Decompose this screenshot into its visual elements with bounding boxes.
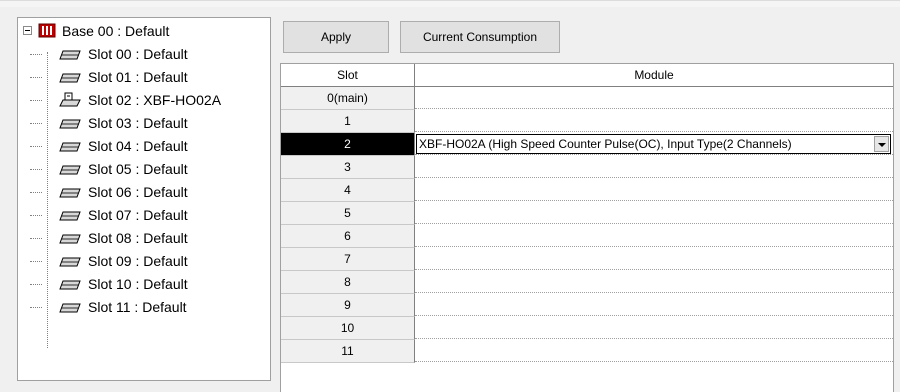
tree-node-slot-04[interactable]: Slot 04 : Default <box>18 135 268 157</box>
slot-label: Slot 09 : Default <box>88 253 188 269</box>
grid-row[interactable]: 11 <box>281 340 893 363</box>
slot-label: Slot 01 : Default <box>88 69 188 85</box>
slot-label: Slot 02 : XBF-HO02A <box>88 92 222 108</box>
slot-label: Slot 10 : Default <box>88 276 188 292</box>
tree-connector <box>30 169 42 170</box>
tree-connector <box>30 215 42 216</box>
module-cell[interactable] <box>415 317 893 339</box>
tree-node-slot-11[interactable]: Slot 11 : Default <box>18 296 268 318</box>
module-cell[interactable] <box>415 202 893 224</box>
column-header-slot[interactable]: Slot <box>281 64 415 87</box>
module-cell[interactable] <box>415 156 893 178</box>
tree-connector <box>30 77 42 78</box>
slot-cell[interactable]: 4 <box>281 179 415 202</box>
slot-label: Slot 04 : Default <box>88 138 188 154</box>
module-cell[interactable] <box>415 87 893 109</box>
tree-node-slot-10[interactable]: Slot 10 : Default <box>18 273 268 295</box>
tree-connector <box>30 238 42 239</box>
tree-connector <box>30 284 42 285</box>
grid-row-selected[interactable]: 2 XBF-HO02A (High Speed Counter Pulse(OC… <box>281 133 893 156</box>
module-cell[interactable]: XBF-HO02A (High Speed Counter Pulse(OC),… <box>415 133 893 155</box>
slot-label: Slot 08 : Default <box>88 230 188 246</box>
grid-row[interactable]: 10 <box>281 317 893 340</box>
counter-module-icon <box>59 92 81 107</box>
base-slot-tree[interactable]: Base 00 : Default Slot 00 : Default Slot… <box>17 17 271 381</box>
tree-connector <box>30 100 42 101</box>
grid-row[interactable]: 4 <box>281 179 893 202</box>
tree-connector <box>30 54 42 55</box>
slot-cell[interactable]: 8 <box>281 271 415 294</box>
grid-row[interactable]: 7 <box>281 248 893 271</box>
module-select[interactable]: XBF-HO02A (High Speed Counter Pulse(OC),… <box>416 134 891 154</box>
slot-module-icon <box>59 142 81 152</box>
slot-module-icon <box>59 280 81 290</box>
grid-row[interactable]: 5 <box>281 202 893 225</box>
slot-cell[interactable]: 11 <box>281 340 415 363</box>
slot-cell[interactable]: 1 <box>281 110 415 133</box>
tree-node-slot-03[interactable]: Slot 03 : Default <box>18 112 268 134</box>
module-cell[interactable] <box>415 110 893 132</box>
slot-module-icon <box>59 188 81 198</box>
tree-node-slot-07[interactable]: Slot 07 : Default <box>18 204 268 226</box>
module-cell[interactable] <box>415 179 893 201</box>
tree-connector <box>30 192 42 193</box>
column-header-module[interactable]: Module <box>415 64 893 87</box>
dropdown-arrow-icon[interactable] <box>874 136 889 152</box>
tree-connector <box>30 146 42 147</box>
slot-cell[interactable]: 3 <box>281 156 415 179</box>
current-consumption-button[interactable]: Current Consumption <box>400 21 560 53</box>
grid-row[interactable]: 9 <box>281 294 893 317</box>
module-cell[interactable] <box>415 248 893 270</box>
module-grid[interactable]: Slot Module 0(main) 1 2 XBF-HO02A (High … <box>280 63 894 392</box>
tree-node-base[interactable]: Base 00 : Default <box>18 20 268 42</box>
slot-cell[interactable]: 10 <box>281 317 415 340</box>
slot-module-icon <box>59 119 81 129</box>
grid-row[interactable]: 0(main) <box>281 87 893 110</box>
collapse-icon[interactable] <box>23 26 32 35</box>
slot-module-icon <box>59 165 81 175</box>
tree-node-slot-05[interactable]: Slot 05 : Default <box>18 158 268 180</box>
grid-row[interactable]: 1 <box>281 110 893 133</box>
tree-node-slot-08[interactable]: Slot 08 : Default <box>18 227 268 249</box>
slot-label: Slot 03 : Default <box>88 115 188 131</box>
slot-module-icon <box>59 73 81 83</box>
slot-label: Slot 00 : Default <box>88 46 188 62</box>
tree-connector <box>30 261 42 262</box>
tree-node-slot-01[interactable]: Slot 01 : Default <box>18 66 268 88</box>
slot-module-icon <box>59 234 81 244</box>
module-cell[interactable] <box>415 294 893 316</box>
grid-row[interactable]: 6 <box>281 225 893 248</box>
base-rack-icon <box>38 23 56 38</box>
tree-connector <box>30 307 42 308</box>
slot-cell-selected[interactable]: 2 <box>281 133 415 156</box>
slot-module-icon <box>59 50 81 60</box>
apply-button[interactable]: Apply <box>283 21 389 53</box>
slot-cell[interactable]: 7 <box>281 248 415 271</box>
tree-node-slot-09[interactable]: Slot 09 : Default <box>18 250 268 272</box>
base-label: Base 00 : Default <box>62 23 170 39</box>
slot-label: Slot 05 : Default <box>88 161 188 177</box>
slot-module-icon <box>59 257 81 267</box>
slot-label: Slot 06 : Default <box>88 184 188 200</box>
tree-connector <box>30 123 42 124</box>
slot-module-icon <box>59 211 81 221</box>
module-cell[interactable] <box>415 340 893 362</box>
tree-node-slot-06[interactable]: Slot 06 : Default <box>18 181 268 203</box>
tree-node-slot-02[interactable]: Slot 02 : XBF-HO02A <box>18 89 268 111</box>
slot-cell[interactable]: 0(main) <box>281 87 415 110</box>
window-top-edge <box>0 0 900 7</box>
slot-label: Slot 07 : Default <box>88 207 188 223</box>
module-cell[interactable] <box>415 225 893 247</box>
grid-row[interactable]: 8 <box>281 271 893 294</box>
module-select-value: XBF-HO02A (High Speed Counter Pulse(OC),… <box>419 137 792 151</box>
slot-cell[interactable]: 9 <box>281 294 415 317</box>
grid-row[interactable]: 3 <box>281 156 893 179</box>
slot-cell[interactable]: 6 <box>281 225 415 248</box>
module-cell[interactable] <box>415 271 893 293</box>
slot-module-icon <box>59 303 81 313</box>
tree-node-slot-00[interactable]: Slot 00 : Default <box>18 43 268 65</box>
slot-cell[interactable]: 5 <box>281 202 415 225</box>
slot-label: Slot 11 : Default <box>88 299 187 315</box>
